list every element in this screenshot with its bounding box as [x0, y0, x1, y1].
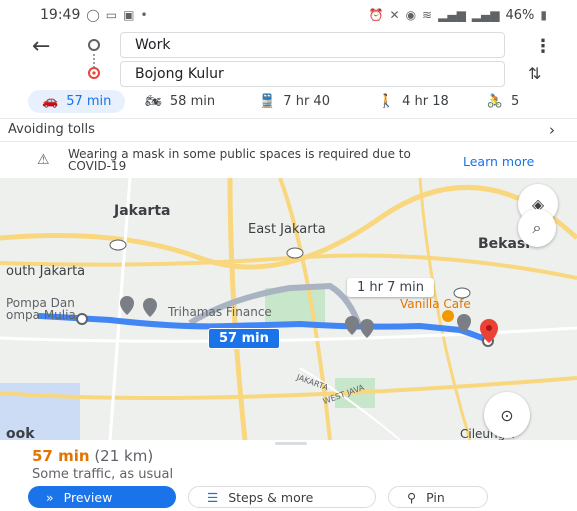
route-distance: (21 km) — [94, 447, 154, 465]
sheet-actions: » Preview ☰ Steps & more ⚲ Pin — [28, 486, 488, 508]
alt-route-time-bubble[interactable]: 1 hr 7 min — [347, 278, 435, 297]
map-label-east-jakarta: East Jakarta — [248, 222, 326, 237]
destination-pin-icon — [88, 67, 100, 79]
mode-driving[interactable]: 🚗 57 min — [28, 89, 126, 113]
steps-more-button[interactable]: ☰ Steps & more — [188, 486, 376, 508]
whatsapp-icon: ◯ — [86, 8, 100, 22]
warning-icon: ⚠ — [37, 152, 50, 168]
more-options-icon[interactable]: ⋮ — [534, 36, 552, 57]
route-inputs: ← Work Bojong Kulur ⋮ ⇅ — [0, 30, 577, 90]
destination-field[interactable]: Bojong Kulur — [120, 61, 505, 87]
route-duration: 57 min — [32, 447, 90, 465]
pin-button[interactable]: ⚲ Pin — [388, 486, 488, 508]
notification-dot-icon: • — [140, 8, 148, 22]
origin-marker — [76, 313, 88, 325]
major-road — [0, 253, 577, 280]
wifi-icon: ≋ — [422, 8, 433, 22]
map-label-vanilla-cafe: Vanilla Cafe — [400, 297, 471, 311]
preview-icon: » — [46, 489, 54, 505]
place-pin — [360, 319, 374, 338]
my-location-icon: ⊙ — [500, 405, 514, 425]
transit-icon: 🚆 — [259, 93, 276, 109]
battery-icon: ▮ — [540, 8, 547, 22]
place-pin — [143, 298, 157, 317]
status-left: 19:49 ◯ ▭ ▣ • — [40, 7, 148, 23]
location-icon: ◉ — [405, 8, 417, 22]
preview-button[interactable]: » Preview — [28, 486, 176, 508]
mode-transit-label: 7 hr 40 — [283, 93, 330, 109]
pin-label: Pin — [426, 489, 445, 505]
status-time: 19:49 — [40, 7, 81, 23]
status-bar: 19:49 ◯ ▭ ▣ • ⏰ ✕ ◉ ≋ ▂▄▆ ▂▄▆ 46% ▮ — [0, 0, 577, 30]
walk-icon: 🚶 — [377, 93, 395, 109]
map-label-pompa-2: ompa Mulia — [6, 308, 76, 322]
map-label-south-jakarta: outh Jakarta — [6, 264, 86, 279]
steps-more-label: Steps & more — [228, 489, 314, 505]
road-shield — [286, 247, 304, 259]
mode-walking-label: 4 hr 18 — [402, 93, 449, 109]
mode-motorcycle[interactable]: 🏍 58 min — [135, 90, 225, 113]
major-road — [0, 376, 577, 400]
destination-pin-center — [486, 325, 492, 331]
route-options-row[interactable]: Avoiding tolls › — [0, 118, 577, 142]
origin-field[interactable]: Work — [120, 32, 505, 58]
place-pin — [120, 296, 134, 315]
mode-cycling-label: 5 — [511, 93, 520, 109]
place-pin — [345, 316, 359, 335]
message-icon: ▭ — [105, 8, 118, 22]
chevron-right-icon: › — [549, 121, 555, 139]
map-label-trihamas: Trihamas Finance — [168, 305, 272, 319]
route-bottom-sheet: 57 min (21 km) Some traffic, as usual » … — [0, 440, 577, 511]
avoid-tolls-label: Avoiding tolls — [8, 122, 95, 137]
route-summary: 57 min (21 km) — [32, 447, 153, 465]
mute-icon: ✕ — [389, 8, 400, 22]
list-icon: ☰ — [207, 489, 219, 505]
search-icon: ⌕ — [532, 218, 542, 237]
status-right: ⏰ ✕ ◉ ≋ ▂▄▆ ▂▄▆ 46% ▮ — [369, 8, 547, 23]
mode-transit[interactable]: 🚆 7 hr 40 — [249, 90, 340, 113]
covid-notice: ⚠ Wearing a mask in some public spaces i… — [0, 146, 577, 176]
battery-percent: 46% — [505, 7, 535, 23]
mode-driving-label: 57 min — [66, 93, 112, 109]
motorcycle-icon: 🏍 — [145, 93, 162, 109]
sheet-drag-handle[interactable] — [275, 442, 307, 445]
notice-text: Wearing a mask in some public spaces is … — [68, 147, 411, 173]
back-arrow-icon[interactable]: ← — [32, 34, 50, 59]
mode-motorcycle-label: 58 min — [169, 93, 216, 109]
learn-more-link[interactable]: Learn more — [463, 154, 534, 169]
gallery-icon: ▣ — [123, 8, 135, 22]
road-shield — [109, 239, 127, 251]
mode-walking[interactable]: 🚶 4 hr 18 — [368, 90, 459, 113]
alarm-icon: ⏰ — [368, 8, 384, 22]
origin-circle-icon — [88, 39, 100, 51]
route-time-bubble[interactable]: 57 min — [208, 328, 280, 349]
preview-label: Preview — [63, 489, 113, 505]
signal-2-icon: ▂▄▆ — [471, 8, 500, 22]
swap-icon[interactable]: ⇅ — [528, 64, 541, 83]
traffic-status: Some traffic, as usual — [32, 467, 174, 482]
map-label-ook: ook — [6, 426, 35, 440]
pin-icon: ⚲ — [407, 489, 417, 505]
cafe-marker — [442, 310, 454, 322]
search-along-route-button[interactable]: ⌕ — [518, 209, 556, 247]
recenter-button[interactable]: ⊙ — [484, 392, 530, 438]
car-icon: 🚗 — [42, 93, 59, 109]
map-view[interactable]: Jakarta East Jakarta Bekasi outh Jakarta… — [0, 178, 577, 440]
mode-cycling[interactable]: 🚴 5 — [477, 90, 529, 113]
signal-icon: ▂▄▆ — [438, 8, 466, 22]
travel-modes: 🚗 57 min 🏍 58 min 🚆 7 hr 40 🚶 4 hr 18 🚴 … — [0, 88, 577, 114]
map-label-jakarta: Jakarta — [114, 203, 171, 219]
bike-icon: 🚴 — [486, 93, 504, 109]
